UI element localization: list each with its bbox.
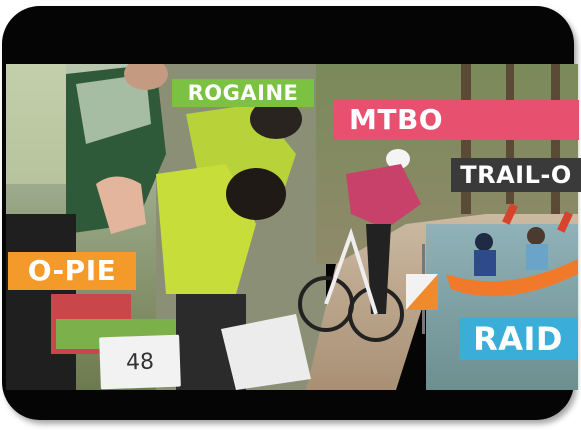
label-o-pie: O-PIE bbox=[8, 252, 136, 290]
paddler-two bbox=[527, 227, 545, 245]
label-trail-o: TRAIL-O bbox=[451, 158, 581, 192]
person-head-front bbox=[226, 168, 286, 220]
left-foliage bbox=[6, 64, 66, 184]
paddler-one-body bbox=[474, 250, 496, 276]
label-rogaine: ROGAINE bbox=[172, 79, 314, 107]
paddler-two-body bbox=[526, 244, 548, 270]
label-mtbo: MTBO bbox=[333, 100, 579, 140]
race-bib-number: 48 bbox=[99, 334, 181, 390]
label-raid: RAID bbox=[459, 318, 577, 360]
paddler-one bbox=[475, 233, 493, 251]
lake-water bbox=[426, 224, 578, 390]
